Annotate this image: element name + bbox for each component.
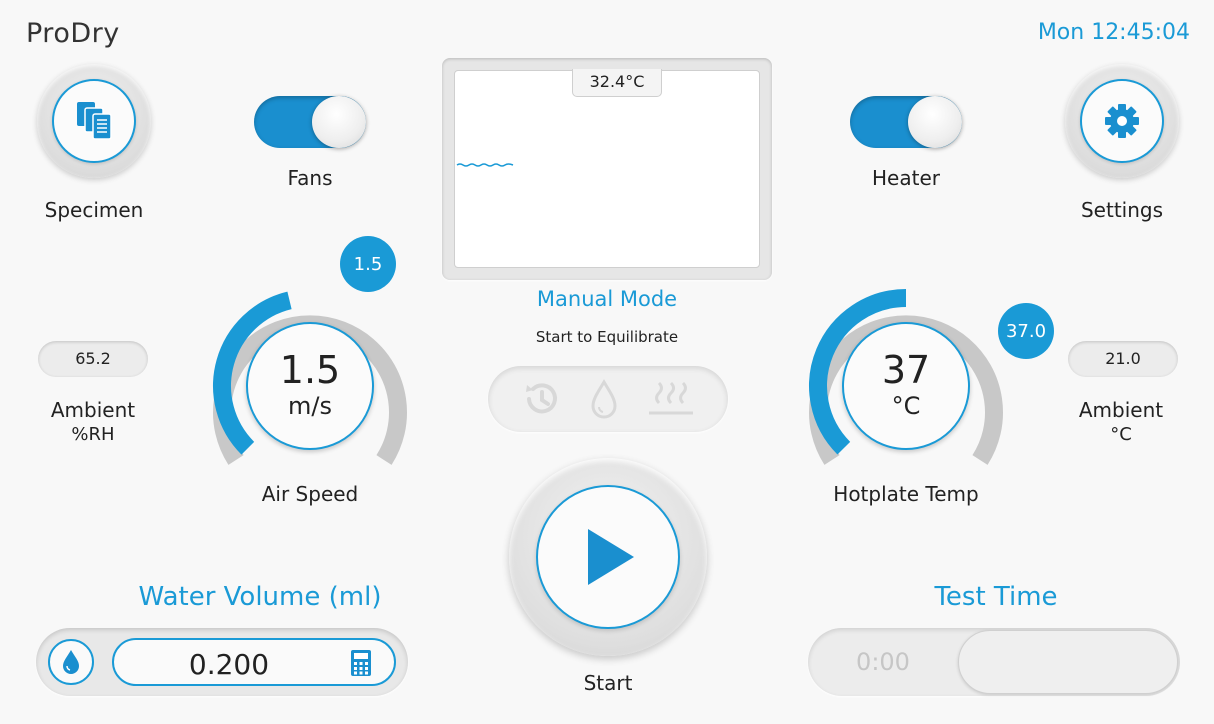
graph-trace: [456, 163, 514, 167]
gear-icon: [1105, 104, 1139, 138]
water-volume-control: 0.200: [36, 628, 408, 696]
air-speed-label: Air Speed: [261, 482, 359, 506]
hotplate-knob[interactable]: 37 °C: [842, 322, 970, 450]
air-speed-knob[interactable]: 1.5 m/s: [246, 322, 374, 450]
ambient-temp-readout: 21.0: [1068, 341, 1178, 377]
test-time-control: 0:00: [808, 628, 1180, 696]
heat-icon: [649, 381, 694, 415]
air-speed-gauge[interactable]: 1.5 m/s: [208, 284, 412, 488]
settings-label: Settings: [1080, 198, 1164, 222]
specimen-button[interactable]: [37, 64, 151, 178]
clock: Mon 12:45:04: [1037, 20, 1190, 45]
fans-toggle-knob[interactable]: [312, 96, 366, 148]
ambient-temp-label: Ambient: [1078, 398, 1164, 422]
settings-button[interactable]: [1065, 64, 1179, 178]
status-indicators: [488, 366, 728, 432]
specimen-label: Specimen: [44, 198, 144, 222]
heater-toggle[interactable]: [850, 96, 962, 148]
ambient-rh-label: Ambient: [50, 398, 136, 422]
ambient-rh-unit: %RH: [71, 424, 115, 445]
water-drop-icon: [63, 650, 79, 674]
hotplate-label: Hotplate Temp: [833, 482, 979, 506]
water-volume-value: 0.200: [188, 648, 270, 681]
play-icon: [588, 529, 634, 585]
heater-label: Heater: [872, 166, 940, 190]
specimen-button-face[interactable]: [52, 79, 136, 163]
air-speed-bubble: 1.5: [340, 236, 396, 292]
water-drop-icon: [591, 379, 617, 419]
hotplate-gauge[interactable]: 37 °C: [804, 284, 1008, 488]
app-title: ProDry: [26, 18, 120, 49]
test-time-value: 0:00: [856, 648, 910, 676]
ambient-temp-unit: °C: [1110, 424, 1132, 445]
mode-subtitle: Start to Equilibrate: [535, 328, 679, 346]
start-label: Start: [583, 671, 633, 695]
heater-toggle-knob[interactable]: [908, 96, 962, 148]
fans-toggle[interactable]: [254, 96, 366, 148]
test-time-slider[interactable]: [958, 630, 1178, 694]
hotplate-unit: °C: [891, 392, 921, 420]
water-volume-field[interactable]: 0.200: [112, 638, 396, 686]
temperature-graph: 32.4°C: [454, 69, 760, 268]
water-drop-button[interactable]: [48, 639, 94, 685]
hotplate-value: 37: [881, 348, 931, 392]
calculator-icon[interactable]: [350, 649, 372, 677]
air-speed-value: 1.5: [279, 348, 341, 392]
settings-button-face[interactable]: [1080, 79, 1164, 163]
start-button[interactable]: [509, 458, 707, 656]
history-icon: [525, 383, 557, 414]
documents-icon: [77, 102, 112, 140]
mode-title: Manual Mode: [536, 287, 678, 311]
ambient-rh-readout: 65.2: [38, 341, 148, 377]
hotplate-bubble: 37.0: [998, 303, 1054, 359]
start-button-face[interactable]: [536, 485, 680, 629]
air-speed-unit: m/s: [288, 392, 332, 420]
water-volume-title: Water Volume (ml): [138, 582, 382, 612]
fans-label: Fans: [287, 166, 333, 190]
temperature-graph-panel: 32.4°C: [442, 58, 772, 280]
test-time-title: Test Time: [934, 582, 1058, 612]
